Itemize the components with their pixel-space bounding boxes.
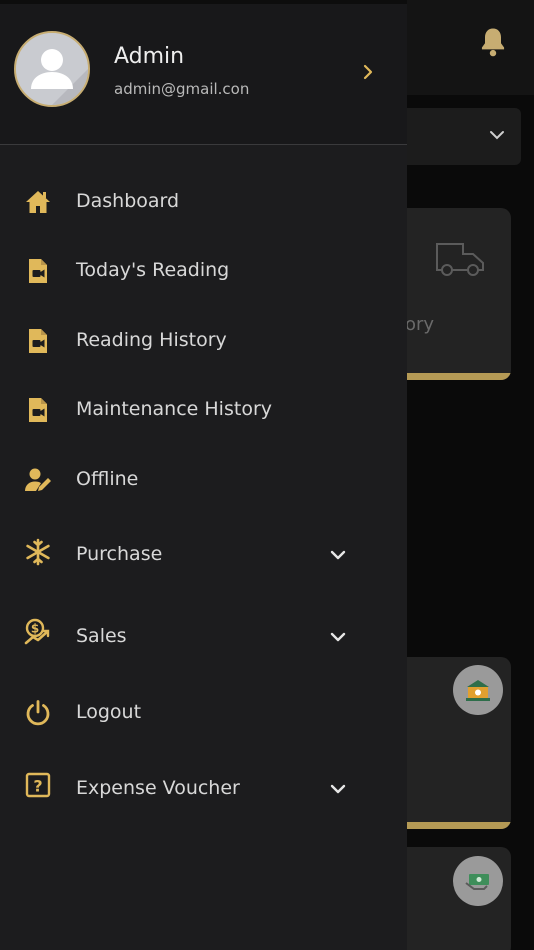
home-icon bbox=[26, 191, 50, 213]
bank-icon[interactable] bbox=[453, 665, 503, 715]
avatar[interactable] bbox=[14, 31, 90, 107]
svg-text:?: ? bbox=[33, 777, 42, 796]
menu-item-label: Offline bbox=[76, 468, 139, 490]
menu-item-label: Logout bbox=[76, 701, 142, 723]
menu-item-expense-voucher[interactable]: ? Expense Voucher bbox=[0, 758, 407, 818]
card-accent-bar bbox=[395, 373, 511, 380]
snowflake-icon bbox=[26, 538, 50, 566]
video-file-icon bbox=[29, 398, 47, 422]
chevron-down-icon[interactable] bbox=[329, 548, 347, 562]
chevron-right-icon[interactable] bbox=[360, 62, 376, 82]
video-file-icon bbox=[29, 329, 47, 353]
menu-item-label: Today's Reading bbox=[76, 259, 230, 281]
menu-item-label: Reading History bbox=[76, 329, 227, 351]
menu-item-reading-history[interactable]: Reading History bbox=[0, 310, 407, 370]
chevron-down-icon[interactable] bbox=[329, 630, 347, 644]
menu-item-offline[interactable]: Offline bbox=[0, 449, 407, 509]
chevron-down-icon[interactable] bbox=[329, 782, 347, 796]
menu-item-label: Maintenance History bbox=[76, 398, 272, 420]
power-icon bbox=[26, 700, 50, 726]
bell-icon[interactable] bbox=[478, 26, 508, 58]
question-box-icon: ? bbox=[25, 772, 51, 798]
menu-item-logout[interactable]: Logout bbox=[0, 683, 407, 743]
menu-item-todays-reading[interactable]: Today's Reading bbox=[0, 240, 407, 300]
profile-name: Admin bbox=[114, 44, 185, 69]
profile-header[interactable]: Admin admin@gmail.con bbox=[0, 4, 407, 144]
user-edit-icon bbox=[25, 468, 51, 491]
menu-item-maintenance-history[interactable]: Maintenance History bbox=[0, 379, 407, 439]
svg-text:$: $ bbox=[31, 622, 39, 636]
user-avatar-icon bbox=[16, 33, 88, 105]
menu-item-sales[interactable]: $ Sales bbox=[0, 606, 407, 666]
menu-item-label: Expense Voucher bbox=[76, 777, 240, 799]
navigation-drawer: Admin admin@gmail.con Dashboard Today's … bbox=[0, 0, 407, 950]
menu-item-purchase[interactable]: Purchase bbox=[0, 524, 407, 584]
menu-item-dashboard[interactable]: Dashboard bbox=[0, 171, 407, 231]
truck-icon bbox=[436, 243, 484, 276]
chevron-down-icon bbox=[490, 131, 504, 140]
video-file-icon bbox=[29, 259, 47, 283]
card-partial-label: ory bbox=[405, 314, 435, 335]
profile-email: admin@gmail.con bbox=[114, 80, 250, 98]
menu-item-label: Purchase bbox=[76, 543, 163, 565]
card-accent-bar bbox=[395, 822, 511, 829]
sales-chart-icon: $ bbox=[24, 618, 50, 645]
menu-item-label: Sales bbox=[76, 625, 127, 647]
dashboard-card[interactable]: ory bbox=[395, 208, 511, 380]
cash-icon[interactable] bbox=[453, 856, 503, 906]
menu-item-label: Dashboard bbox=[76, 190, 180, 212]
divider bbox=[0, 144, 407, 145]
